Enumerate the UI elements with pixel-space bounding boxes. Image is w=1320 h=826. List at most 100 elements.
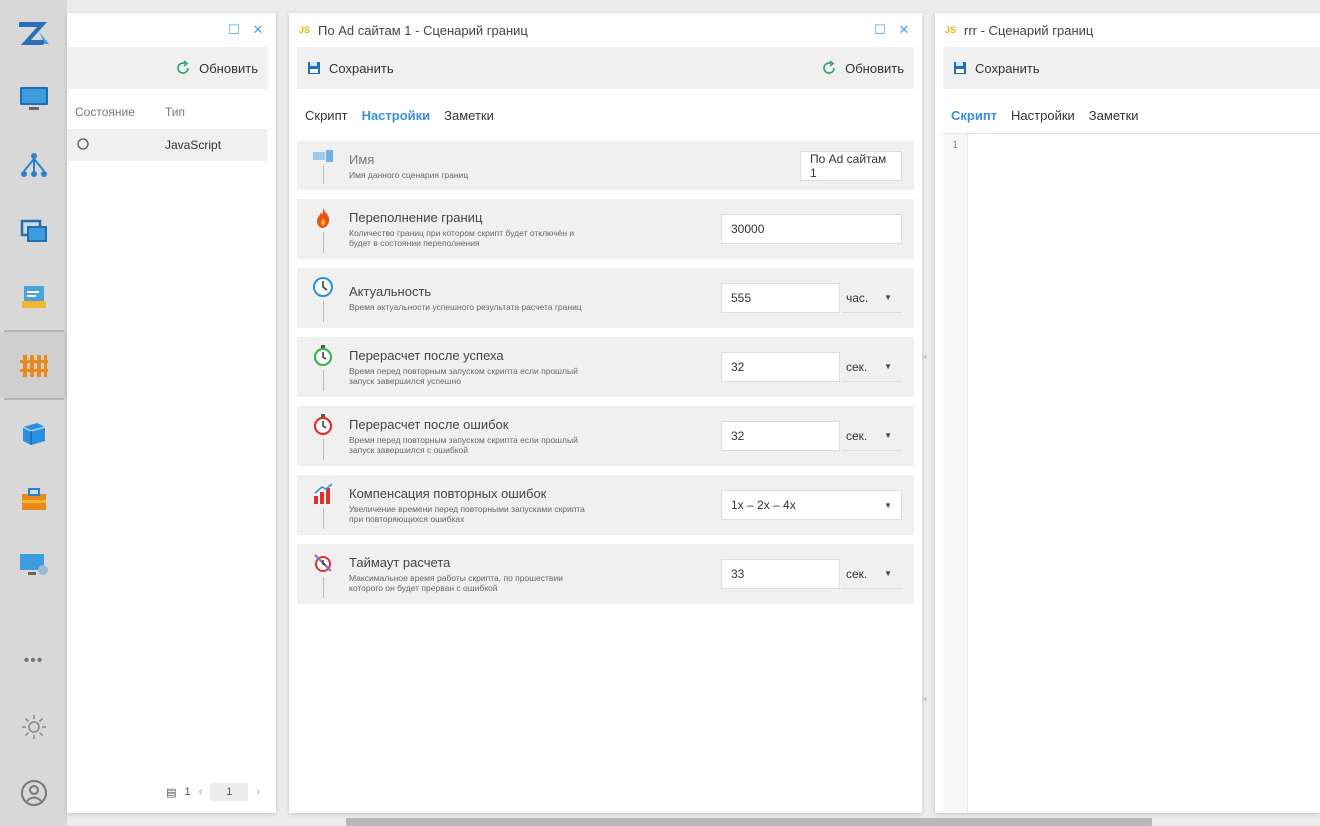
setting-recalc-success: Перерасчет после успеха Время перед повт… — [297, 337, 914, 397]
cube-icon[interactable] — [0, 400, 67, 466]
setting-desc: Время перед повторным запуском скрипта е… — [349, 366, 578, 386]
tab-notes[interactable]: Заметки — [444, 108, 494, 123]
clock-icon — [311, 268, 335, 328]
toolbox-icon[interactable] — [0, 466, 67, 532]
save-icon — [954, 62, 966, 74]
list-panel: ☐ ✕ Обновить Состояние Тип JavaScript ▤ … — [67, 13, 276, 813]
actuality-unit-select[interactable]: час. ▼ — [842, 283, 902, 313]
column-state[interactable]: Состояние — [67, 105, 165, 119]
tab-settings[interactable]: Настройки — [1011, 108, 1075, 123]
compensation-select[interactable]: 1x – 2x – 4x ▼ — [721, 490, 902, 520]
recalc-error-input[interactable]: 32 — [721, 421, 840, 451]
recalc-success-input[interactable]: 32 — [721, 352, 840, 382]
save-label: Сохранить — [975, 60, 1040, 76]
code-area[interactable] — [968, 134, 1320, 813]
setting-title: Перерасчет после успеха — [349, 348, 504, 363]
chevron-down-icon: ▼ — [884, 431, 892, 440]
list-item[interactable]: JavaScript — [67, 129, 267, 161]
overflow-input[interactable]: 30000 — [721, 214, 902, 244]
fire-icon — [311, 199, 335, 259]
setting-desc: Время перед повторным запуском скрипта е… — [349, 435, 578, 455]
line-number: 1 — [951, 140, 959, 151]
line-gutter: 1 — [943, 134, 968, 813]
page-icon: ▤ — [166, 786, 177, 799]
setting-title: Компенсация повторных ошибок — [349, 486, 547, 501]
stopwatch-error-icon — [311, 406, 335, 466]
name-input[interactable]: По Ad сайтам 1 — [800, 150, 902, 181]
next-page-icon[interactable]: › — [256, 786, 260, 798]
row-type: JavaScript — [165, 138, 222, 152]
fence-icon[interactable] — [0, 332, 67, 398]
save-button[interactable]: Сохранить — [953, 61, 1040, 76]
state-circle-icon — [67, 137, 165, 153]
app-rail: ••• — [0, 0, 67, 826]
timeout-unit-select[interactable]: сек. ▼ — [842, 559, 902, 589]
refresh-button[interactable]: Обновить — [175, 60, 258, 76]
chevron-down-icon: ▼ — [884, 569, 892, 578]
js-badge: JS — [945, 25, 957, 35]
user-icon[interactable] — [0, 760, 67, 826]
panel-title: По Ad сайтам 1 - Сценарий границ — [318, 22, 528, 38]
tab-script[interactable]: Скрипт — [305, 108, 348, 123]
horizontal-scrollbar[interactable] — [346, 818, 1152, 826]
setting-desc: Максимальное время работы скрипта, по пр… — [349, 573, 563, 593]
chevron-down-icon: ▼ — [884, 500, 892, 510]
stopwatch-success-icon — [311, 337, 335, 397]
save-icon — [308, 62, 320, 74]
save-button[interactable]: Сохранить — [307, 61, 394, 76]
remote-desktop-icon[interactable] — [0, 532, 67, 598]
chevron-down-icon: ▼ — [884, 293, 892, 302]
windows-icon[interactable] — [0, 198, 67, 264]
refresh-label: Обновить — [199, 60, 258, 76]
script-panel: JS rrr - Сценарий границ Сохранить Скрип… — [935, 13, 1320, 813]
column-type[interactable]: Тип — [165, 105, 185, 119]
refresh-label: Обновить — [845, 60, 904, 76]
code-editor[interactable]: 1 — [943, 133, 1320, 813]
setting-desc: Количество границ при котором скрипт буд… — [349, 228, 575, 248]
splitter-handle[interactable] — [923, 355, 927, 359]
report-icon[interactable] — [0, 264, 67, 330]
close-icon[interactable]: ✕ — [250, 22, 266, 38]
maximize-icon[interactable]: ☐ — [226, 22, 242, 38]
setting-name: Имя Имя данного сценария границ По Ad са… — [297, 141, 914, 190]
tab-notes[interactable]: Заметки — [1089, 108, 1139, 123]
tab-settings[interactable]: Настройки — [362, 108, 431, 123]
logo-icon[interactable] — [0, 0, 67, 66]
tag-icon — [311, 141, 335, 190]
close-icon[interactable]: ✕ — [896, 22, 912, 38]
setting-overflow: Переполнение границ Количество границ пр… — [297, 199, 914, 259]
tab-script[interactable]: Скрипт — [951, 108, 997, 123]
splitter-handle[interactable] — [923, 697, 927, 701]
unit-label: сек. — [846, 566, 868, 581]
prev-page-icon[interactable]: ‹ — [199, 786, 203, 798]
maximize-icon[interactable]: ☐ — [872, 22, 888, 38]
network-icon[interactable] — [0, 132, 67, 198]
monitor-icon[interactable] — [0, 66, 67, 132]
page-count: 1 — [184, 786, 191, 798]
recalc-error-unit-select[interactable]: сек. ▼ — [842, 421, 902, 451]
refresh-button[interactable]: Обновить — [821, 60, 904, 76]
setting-desc: Время актуальности успешного результата … — [349, 302, 582, 312]
setting-title: Актуальность — [349, 284, 432, 299]
more-label: ••• — [23, 652, 44, 669]
compensation-value: 1x – 2x – 4x — [731, 498, 796, 512]
timeout-input[interactable]: 33 — [721, 559, 840, 589]
settings-sun-icon[interactable] — [0, 694, 67, 760]
actuality-input[interactable]: 555 — [721, 283, 840, 313]
timeout-icon — [311, 544, 335, 604]
recalc-success-unit-select[interactable]: сек. ▼ — [842, 352, 902, 382]
refresh-icon — [177, 60, 189, 74]
refresh-icon — [823, 60, 835, 74]
page-input[interactable]: 1 — [210, 783, 249, 801]
setting-desc: Увеличение времени перед повторными запу… — [349, 504, 585, 524]
setting-title: Переполнение границ — [349, 210, 483, 225]
setting-title: Таймаут расчета — [349, 555, 451, 570]
js-badge: JS — [299, 25, 311, 35]
setting-actuality: Актуальность Время актуальности успешног… — [297, 268, 914, 328]
setting-desc: Имя данного сценария границ — [349, 169, 469, 180]
more-icon[interactable]: ••• — [0, 628, 67, 694]
setting-timeout: Таймаут расчета Максимальное время работ… — [297, 544, 914, 604]
list-header: Состояние Тип — [67, 89, 276, 129]
unit-label: сек. — [846, 428, 868, 443]
save-label: Сохранить — [329, 60, 394, 76]
